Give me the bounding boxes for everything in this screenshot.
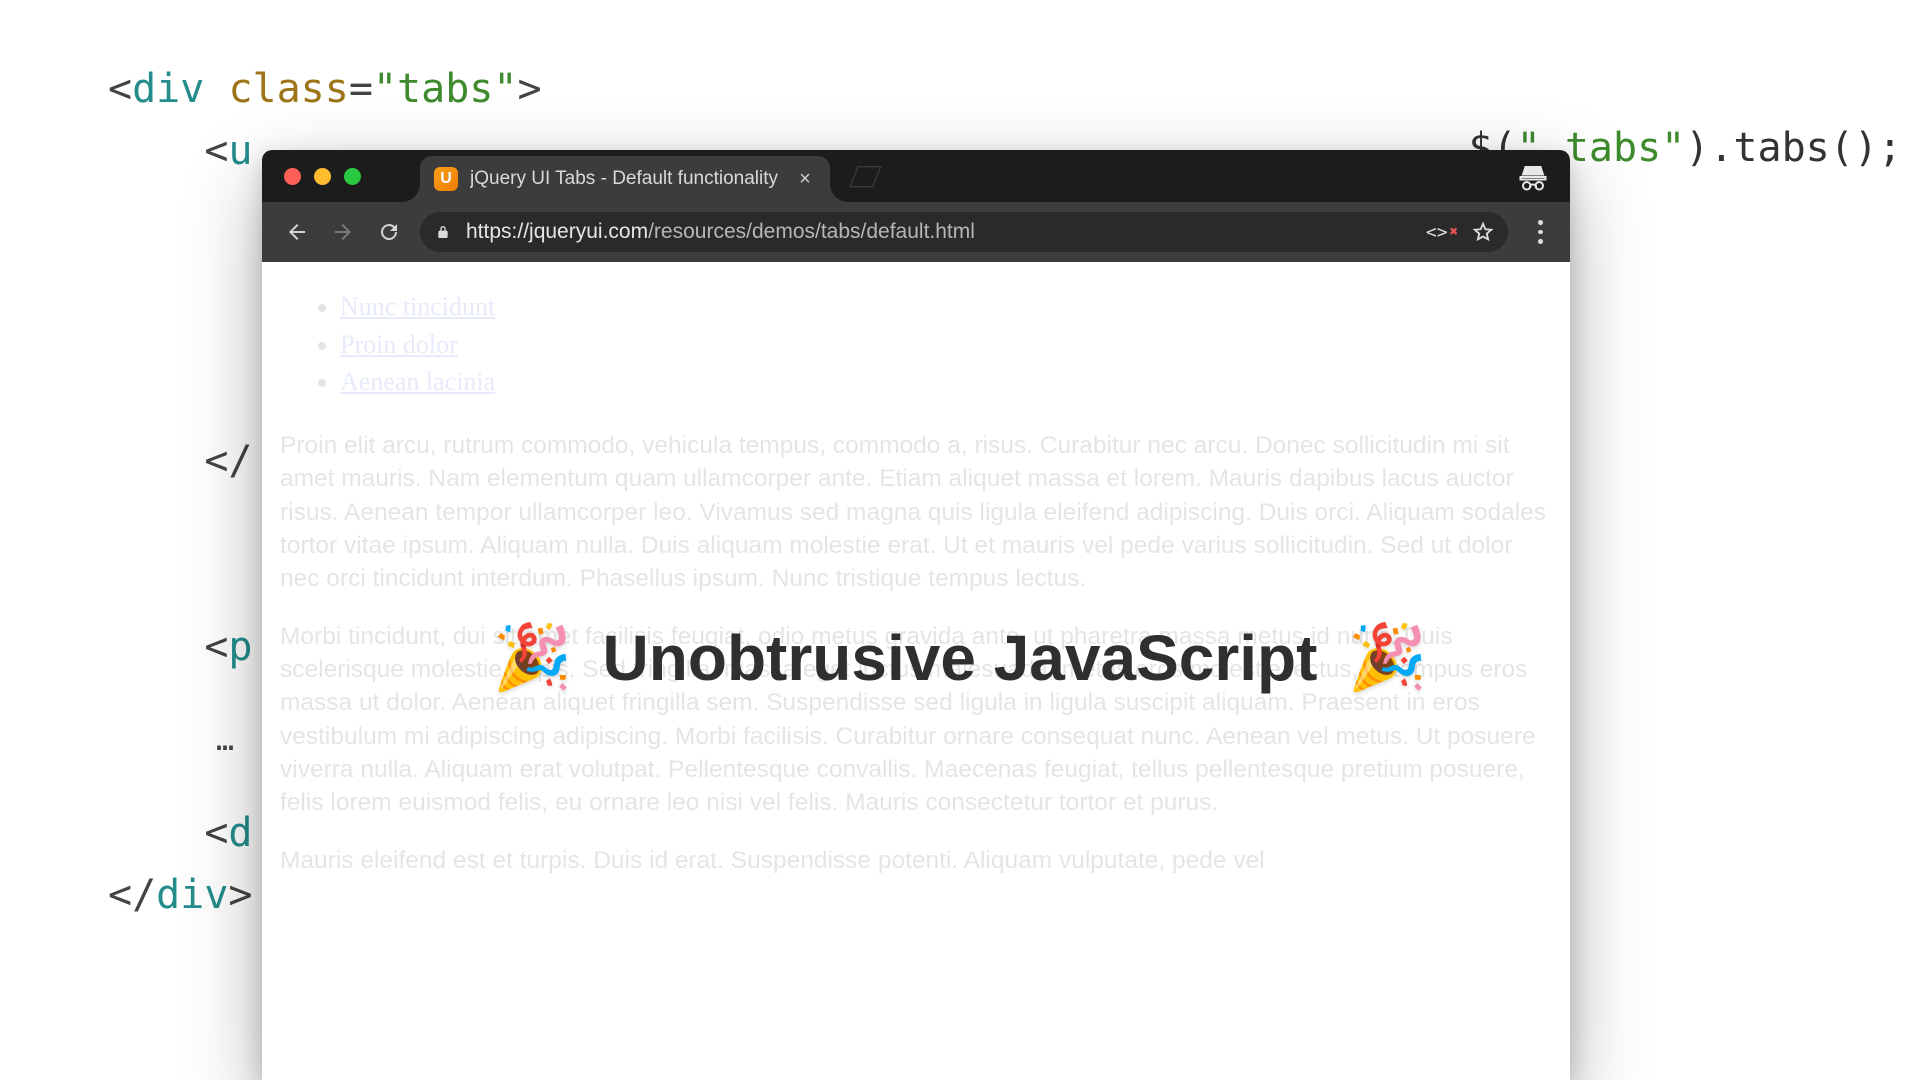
tab-list-item: Nunc tincidunt (340, 288, 1552, 326)
maximize-window-button[interactable] (344, 168, 361, 185)
tab-list-item: Aenean lacinia (340, 363, 1552, 401)
url-path: /resources/demos/tabs/default.html (648, 220, 975, 243)
close-tab-icon[interactable]: × (794, 168, 816, 190)
new-tab-outline-icon[interactable] (842, 164, 882, 188)
browser-menu-button[interactable] (1530, 220, 1550, 244)
party-popper-emoji-icon: 🎉 (493, 620, 573, 695)
address-bar[interactable]: https://jqueryui.com/resources/demos/tab… (420, 212, 1508, 252)
reload-button[interactable] (374, 217, 404, 247)
url-text: https://jqueryui.com/resources/demos/tab… (466, 220, 1404, 244)
title-bar: U jQuery UI Tabs - Default functionality… (262, 150, 1570, 202)
lock-icon (434, 223, 452, 241)
tabs-list: Nunc tincidunt Proin dolor Aenean lacinia (280, 288, 1552, 401)
content-paragraph-1: Proin elit arcu, rutrum commodo, vehicul… (280, 429, 1552, 596)
url-scheme: https:// (466, 220, 529, 243)
browser-window: U jQuery UI Tabs - Default functionality… (262, 150, 1570, 1080)
minimize-window-button[interactable] (314, 168, 331, 185)
caption-text: Unobtrusive JavaScript (603, 621, 1318, 695)
traffic-lights (262, 168, 361, 185)
background-ellipsis: … (216, 723, 234, 758)
party-popper-emoji-icon: 🎉 (1347, 620, 1427, 695)
bookmark-star-icon[interactable] (1472, 221, 1494, 243)
tab-link[interactable]: Proin dolor (340, 330, 458, 359)
tab-link[interactable]: Aenean lacinia (340, 367, 495, 396)
incognito-icon (1518, 162, 1548, 192)
toolbar: https://jqueryui.com/resources/demos/tab… (262, 202, 1570, 262)
content-paragraph-3: Mauris eleifend est et turpis. Duis id e… (280, 844, 1552, 877)
tab-list-item: Proin dolor (340, 326, 1552, 364)
close-window-button[interactable] (284, 168, 301, 185)
tab-title: jQuery UI Tabs - Default functionality (470, 168, 782, 190)
forward-button[interactable] (328, 217, 358, 247)
favicon: U (434, 167, 458, 191)
devtools-extension-icon[interactable]: <>✖ (1426, 222, 1458, 243)
url-host: jqueryui.com (529, 220, 648, 243)
tab-link[interactable]: Nunc tincidunt (340, 292, 495, 321)
browser-tab[interactable]: U jQuery UI Tabs - Default functionality… (420, 156, 830, 202)
slide-caption: 🎉 Unobtrusive JavaScript 🎉 (493, 620, 1427, 695)
back-button[interactable] (282, 217, 312, 247)
